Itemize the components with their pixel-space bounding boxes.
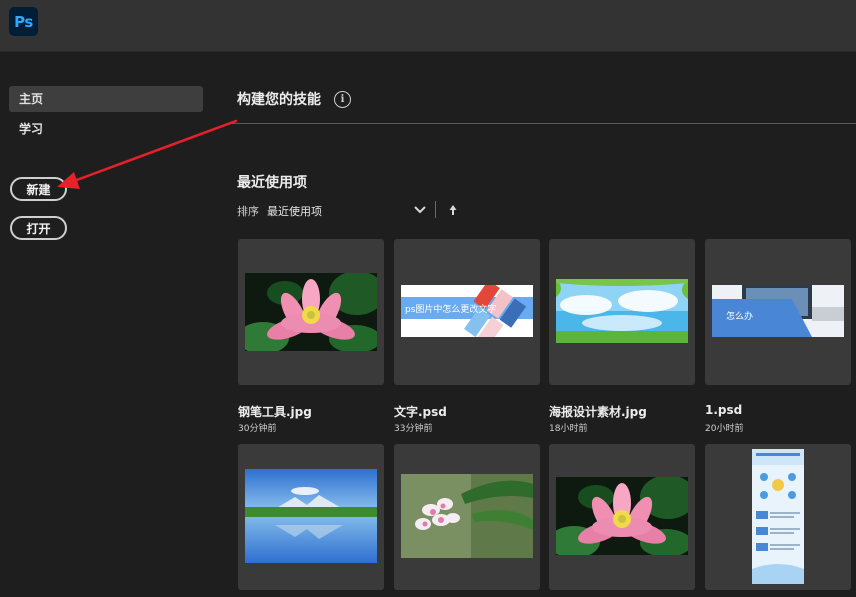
file-time: 33分钟前 — [394, 424, 433, 434]
thumbnail-caption: ps图片中怎么更改文字 — [405, 305, 497, 315]
thumbnail-image — [752, 449, 804, 584]
file-time: 30分钟前 — [238, 424, 277, 434]
thumbnail-image — [556, 477, 688, 555]
file-name[interactable]: 海报设计素材.jpg — [549, 403, 647, 420]
sort-separator — [435, 201, 436, 218]
sidebar-item-home[interactable]: 主页 — [9, 86, 203, 112]
recent-item-card[interactable]: 怎么办 — [705, 239, 851, 385]
file-name[interactable]: 1.psd — [705, 403, 742, 417]
chevron-down-icon[interactable] — [413, 203, 427, 217]
sort-value[interactable]: 最近使用项 — [267, 203, 322, 219]
file-name[interactable]: 文字.psd — [394, 403, 447, 420]
recent-item-card[interactable]: ps图片中怎么更改文字 — [394, 239, 540, 385]
thumbnail-image: ps图片中怎么更改文字 — [401, 285, 533, 337]
divider — [228, 123, 856, 124]
skills-title: 构建您的技能 — [237, 92, 321, 108]
recent-item-card[interactable] — [394, 444, 540, 590]
recent-title: 最近使用项 — [237, 175, 307, 191]
sort-up-arrow-icon[interactable] — [448, 204, 458, 216]
thumbnail-image — [556, 279, 688, 343]
recent-item-card[interactable] — [238, 239, 384, 385]
sidebar-item-learn[interactable]: 学习 — [9, 116, 203, 142]
title-bar: Ps — [0, 0, 856, 52]
photoshop-logo: Ps — [9, 7, 38, 36]
sort-label: 排序 — [237, 205, 259, 218]
thumbnail-image — [401, 474, 533, 558]
file-time: 20小时前 — [705, 424, 744, 434]
recent-item-card[interactable] — [238, 444, 384, 590]
thumbnail-caption: 怎么办 — [726, 312, 754, 322]
file-time: 18小时前 — [549, 424, 588, 434]
thumbnail-image — [245, 469, 377, 563]
recent-item-card[interactable] — [549, 444, 695, 590]
open-button[interactable]: 打开 — [10, 216, 67, 240]
thumbnail-image: 怎么办 — [712, 285, 844, 337]
thumbnail-image — [245, 273, 377, 351]
recent-item-card[interactable] — [549, 239, 695, 385]
new-button[interactable]: 新建 — [10, 177, 67, 201]
file-name[interactable]: 钢笔工具.jpg — [238, 403, 312, 420]
sort-control: 排序 最近使用项 — [237, 202, 322, 220]
info-icon[interactable]: i — [334, 91, 351, 108]
recent-item-card[interactable] — [705, 444, 851, 590]
